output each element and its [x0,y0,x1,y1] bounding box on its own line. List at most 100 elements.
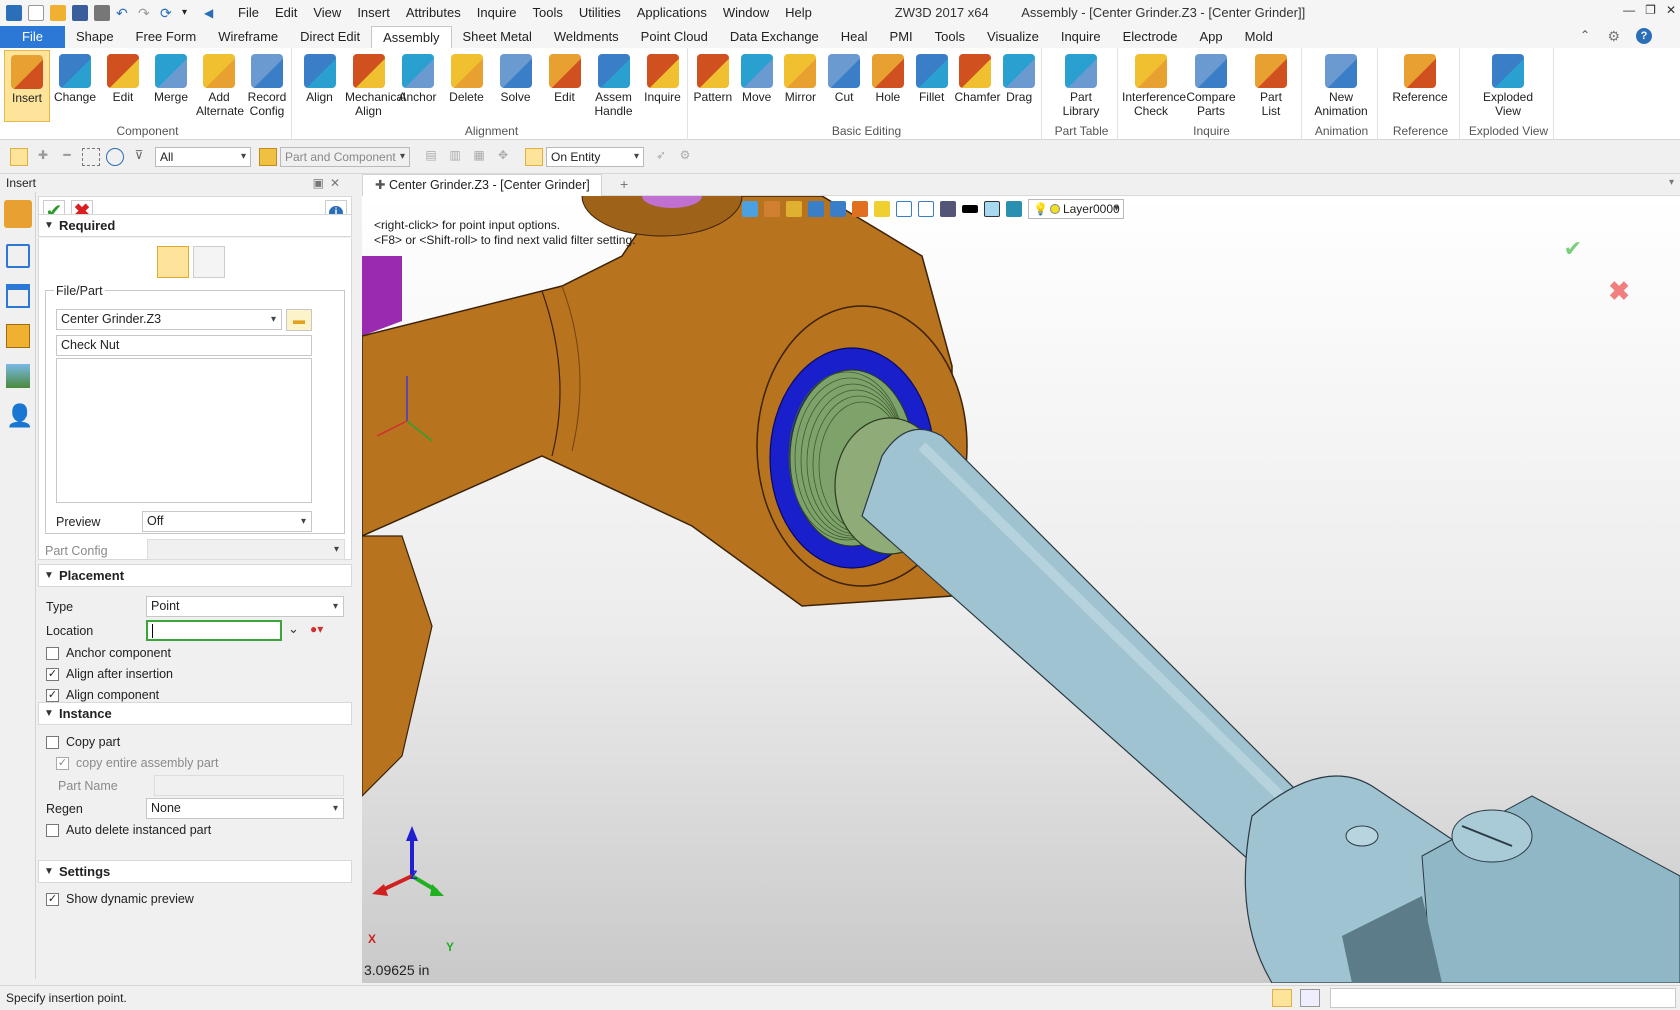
tab-heal[interactable]: Heal [830,26,879,48]
shade-icon[interactable] [786,201,802,217]
undo-icon[interactable]: ↶ [116,5,132,21]
print-icon[interactable] [94,5,110,21]
history-tree-icon[interactable] [6,284,30,308]
tab-assembly[interactable]: Assembly [371,26,452,48]
ribbon-button-mirror[interactable]: Mirror [780,50,822,122]
instance-section-header[interactable]: Instance [38,702,352,725]
ribbon-button-chamfer[interactable]: Chamfer [955,50,1001,122]
ribbon-button-mechanical-align[interactable]: Mechanical Align [345,50,406,122]
ribbon-button-delete[interactable]: Delete [443,50,490,122]
refresh-icon[interactable]: ⟳ [160,5,176,21]
close-window-button[interactable]: ✕ [1666,3,1676,17]
select-pointer-icon[interactable] [10,148,28,166]
auto-delete-checkbox[interactable] [46,824,59,837]
pick-mode-icon[interactable] [259,148,277,166]
insert-from-library-icon[interactable] [193,246,225,278]
image-icon[interactable] [6,364,30,388]
required-section-header[interactable]: Required [38,214,352,237]
align-left-icon[interactable]: ▤ [422,148,440,166]
lasso-select-icon[interactable] [106,148,124,166]
menu-tools[interactable]: Tools [525,0,571,26]
open-file-icon[interactable] [50,5,66,21]
filter-combo[interactable]: All [155,147,251,167]
grinder-lower-arm[interactable] [362,535,433,797]
ribbon-button-part-library[interactable]: Part Library [1046,50,1116,122]
tab-app[interactable]: App [1189,26,1234,48]
menu-attributes[interactable]: Attributes [398,0,469,26]
pick-cursor-icon[interactable]: ➶ [652,148,670,166]
ribbon-button-record-config[interactable]: Record Config [244,50,290,122]
status-list-icon[interactable] [1300,989,1320,1007]
tab-visualize[interactable]: Visualize [976,26,1050,48]
restore-button[interactable]: ❐ [1645,3,1656,17]
point-input-icon[interactable]: ●▾ [310,622,323,636]
cube-view-icon[interactable] [808,201,824,217]
user-icon[interactable]: 👤 [6,404,33,428]
browse-folder-icon[interactable]: ▬ [286,309,312,331]
snap-icon[interactable] [525,148,543,166]
ribbon-button-reference[interactable]: Reference [1382,50,1458,122]
panel-close-icon[interactable]: ✕ [330,174,340,192]
light-blue-color-icon[interactable] [984,201,1000,217]
tab-weldments[interactable]: Weldments [543,26,630,48]
viewport-ok-icon[interactable]: ✔ [1564,236,1582,262]
insert-from-file-icon[interactable] [157,246,189,278]
tab-file[interactable]: File [0,26,65,48]
tab-mold[interactable]: Mold [1234,26,1284,48]
ribbon-button-compare-parts[interactable]: Compare Parts [1182,50,1240,122]
menu-insert[interactable]: Insert [349,0,398,26]
file-combo[interactable]: Center Grinder.Z3 [56,309,282,330]
pin-icon[interactable]: ✥ [494,148,512,166]
align-right-icon[interactable]: ▦ [470,148,488,166]
ribbon-button-drag[interactable]: Drag [998,50,1040,122]
tab-point-cloud[interactable]: Point Cloud [630,26,719,48]
render-icon[interactable] [852,201,868,217]
part-list-box[interactable] [56,358,312,503]
save-icon[interactable] [72,5,88,21]
pick-tool-icon[interactable] [764,201,780,217]
ribbon-button-pattern[interactable]: Pattern [692,50,734,122]
type-combo[interactable]: Point [146,596,344,617]
new-file-icon[interactable] [28,5,44,21]
panel-pin-icon[interactable]: ▣ [313,174,324,192]
menu-applications[interactable]: Applications [629,0,715,26]
tab-shape[interactable]: Shape [65,26,125,48]
command-input[interactable] [1330,988,1676,1008]
back-arrow-icon[interactable]: ◀ [204,5,220,21]
help-icon[interactable]: ? [1636,28,1652,44]
location-input[interactable] [146,620,282,641]
model-graphics[interactable] [362,196,1680,983]
new-tab-icon[interactable]: + [620,176,628,192]
grid-icon[interactable] [940,201,956,217]
preview-combo[interactable]: Off [142,511,312,532]
tab-sheet-metal[interactable]: Sheet Metal [452,26,543,48]
view-orient-icon[interactable] [742,201,758,217]
tab-list-icon[interactable]: ▾ [1669,177,1674,188]
tab-tools[interactable]: Tools [924,26,976,48]
ribbon-button-anchor[interactable]: Anchor [394,50,441,122]
regen-combo[interactable]: None [146,798,344,819]
menu-help[interactable]: Help [777,0,820,26]
ribbon-button-insert[interactable]: Insert [4,50,50,122]
ribbon-button-edit[interactable]: Edit [100,50,146,122]
minimize-button[interactable]: — [1623,3,1635,17]
settings-gear-icon[interactable]: ⚙ [1607,28,1620,45]
ribbon-button-move[interactable]: Move [736,50,778,122]
tab-wireframe[interactable]: Wireframe [207,26,289,48]
expand-options-icon[interactable]: ⌄ [288,621,299,637]
add-select-icon[interactable]: ✚ [34,148,52,166]
snap-combo[interactable]: On Entity [546,147,644,167]
settings-section-header[interactable]: Settings [38,860,352,883]
menu-utilities[interactable]: Utilities [571,0,629,26]
placement-section-header[interactable]: Placement [38,564,352,587]
viewport-cancel-icon[interactable]: ✖ [1608,276,1630,307]
settings-small-icon[interactable]: ⚙ [676,148,694,166]
ribbon-button-fillet[interactable]: Fillet [911,50,953,122]
menu-edit[interactable]: Edit [267,0,305,26]
menu-window[interactable]: Window [715,0,777,26]
standard-view-icon[interactable] [830,201,846,217]
ribbon-button-assem-handle[interactable]: Assem Handle [590,50,637,122]
black-color-icon[interactable] [962,205,978,213]
3d-viewport[interactable]: <right-click> for point input options. <… [362,196,1680,983]
display-mode-icon[interactable] [874,201,890,217]
